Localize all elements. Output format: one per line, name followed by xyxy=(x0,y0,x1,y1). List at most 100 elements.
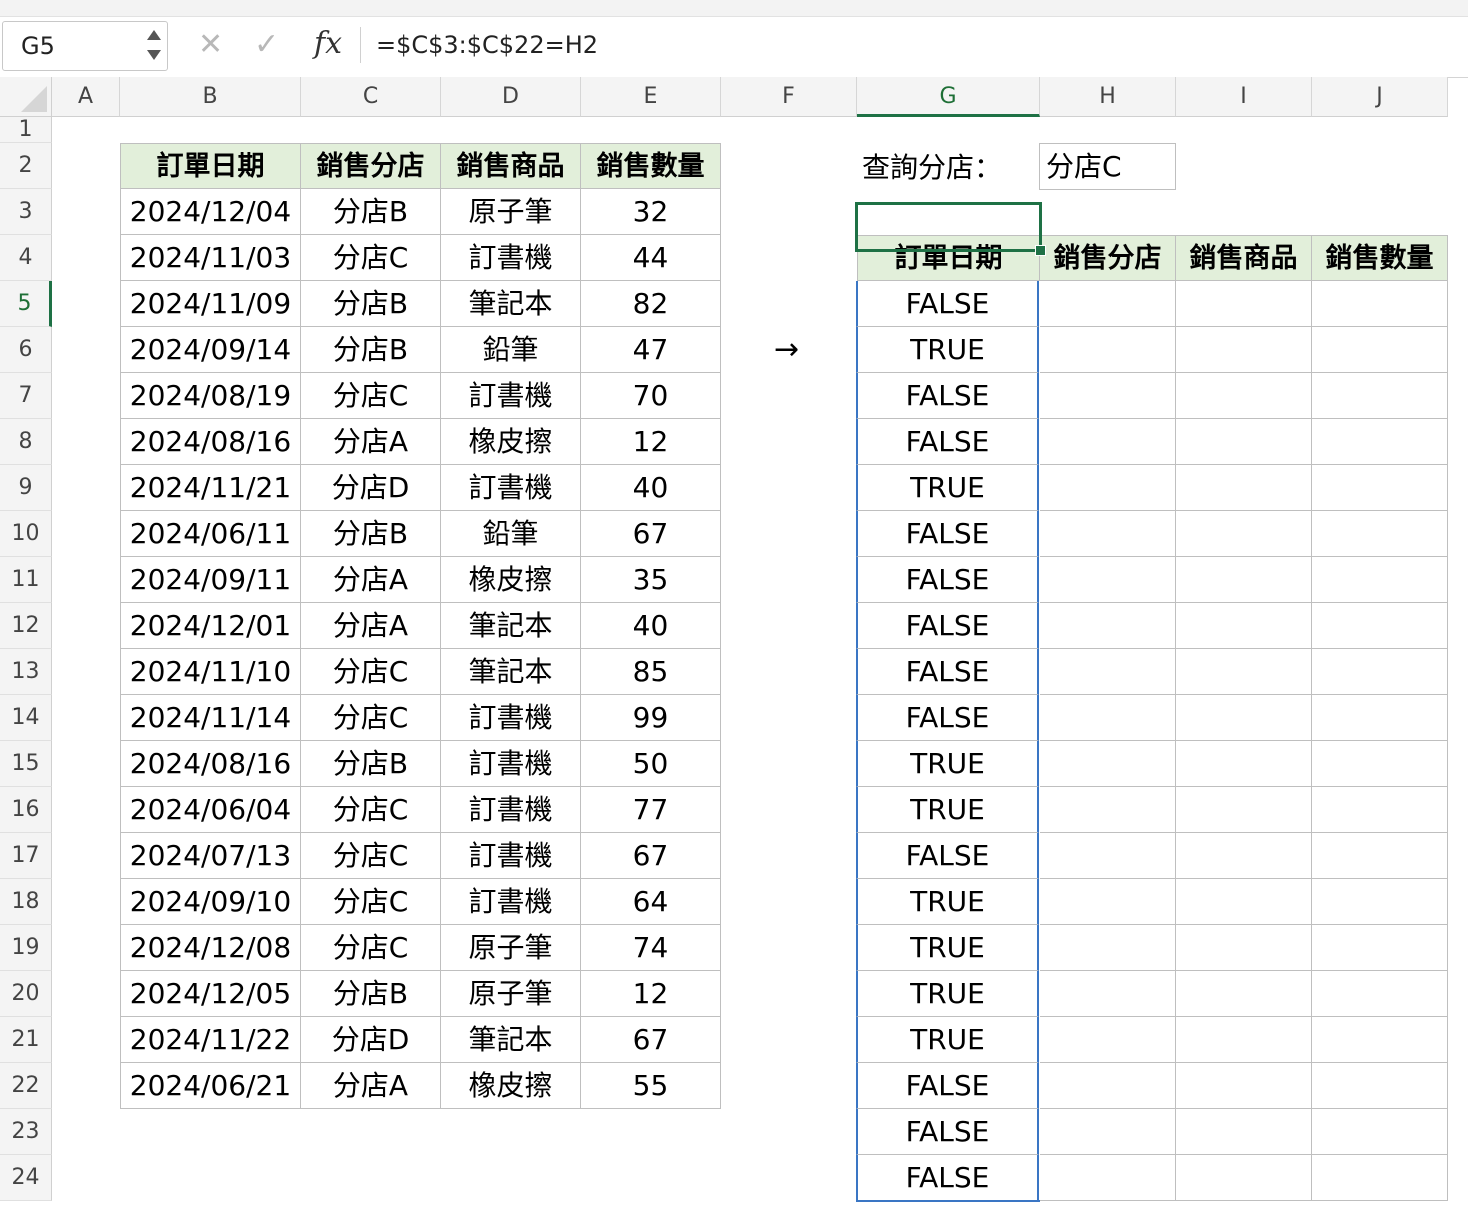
empty-cell[interactable] xyxy=(1312,695,1448,741)
empty-cell[interactable] xyxy=(1176,1109,1312,1155)
table-cell[interactable]: 2024/12/05 xyxy=(120,971,301,1017)
table-cell[interactable]: 分店C xyxy=(301,879,441,925)
table-cell[interactable]: 2024/11/14 xyxy=(120,695,301,741)
table-cell[interactable]: 2024/06/21 xyxy=(120,1063,301,1109)
empty-cell[interactable] xyxy=(1176,603,1312,649)
empty-cell[interactable] xyxy=(1312,649,1448,695)
source-header-cell[interactable]: 銷售數量 xyxy=(581,143,721,189)
table-cell[interactable]: 47 xyxy=(581,327,721,373)
empty-cell[interactable] xyxy=(1040,603,1176,649)
spill-cell[interactable]: TRUE xyxy=(856,971,1039,1017)
spill-cell[interactable]: FALSE xyxy=(856,833,1039,879)
table-cell[interactable]: 分店B xyxy=(301,189,441,235)
table-cell[interactable]: 訂書機 xyxy=(441,879,581,925)
table-cell[interactable]: 40 xyxy=(581,465,721,511)
row-header-19[interactable]: 19 xyxy=(0,925,52,971)
result-header-cell[interactable]: 銷售商品 xyxy=(1176,235,1312,281)
spill-cell[interactable]: TRUE xyxy=(856,879,1039,925)
result-header-cell[interactable]: 銷售分店 xyxy=(1040,235,1176,281)
table-cell[interactable]: 70 xyxy=(581,373,721,419)
empty-cell[interactable] xyxy=(1040,925,1176,971)
result-header-cell[interactable]: 銷售數量 xyxy=(1312,235,1448,281)
empty-cell[interactable] xyxy=(1040,373,1176,419)
table-cell[interactable]: 12 xyxy=(581,971,721,1017)
table-cell[interactable]: 訂書機 xyxy=(441,741,581,787)
table-cell[interactable]: 12 xyxy=(581,419,721,465)
empty-cell[interactable] xyxy=(1176,925,1312,971)
row-header-7[interactable]: 7 xyxy=(0,373,52,419)
empty-cell[interactable] xyxy=(1176,879,1312,925)
table-cell[interactable]: 分店B xyxy=(301,741,441,787)
empty-cell[interactable] xyxy=(1312,879,1448,925)
table-cell[interactable]: 訂書機 xyxy=(441,833,581,879)
column-header-j[interactable]: J xyxy=(1312,77,1448,117)
result-header-cell[interactable]: 訂單日期 xyxy=(857,235,1040,281)
table-cell[interactable]: 橡皮擦 xyxy=(441,557,581,603)
row-header-6[interactable]: 6 xyxy=(0,327,52,373)
empty-cell[interactable] xyxy=(1176,373,1312,419)
insert-function-icon[interactable]: fx xyxy=(314,26,342,61)
spill-cell[interactable]: FALSE xyxy=(856,281,1039,327)
source-header-cell[interactable]: 銷售商品 xyxy=(441,143,581,189)
table-cell[interactable]: 67 xyxy=(581,511,721,557)
table-cell[interactable]: 55 xyxy=(581,1063,721,1109)
table-cell[interactable]: 2024/08/16 xyxy=(120,741,301,787)
table-cell[interactable]: 分店B xyxy=(301,327,441,373)
spill-cell[interactable]: FALSE xyxy=(856,511,1039,557)
table-cell[interactable]: 分店B xyxy=(301,511,441,557)
column-header-b[interactable]: B xyxy=(120,77,301,117)
table-cell[interactable]: 2024/12/01 xyxy=(120,603,301,649)
row-header-17[interactable]: 17 xyxy=(0,833,52,879)
empty-cell[interactable] xyxy=(1312,1109,1448,1155)
table-cell[interactable]: 訂書機 xyxy=(441,373,581,419)
empty-cell[interactable] xyxy=(1040,465,1176,511)
empty-cell[interactable] xyxy=(1176,465,1312,511)
row-header-18[interactable]: 18 xyxy=(0,879,52,925)
empty-cell[interactable] xyxy=(1040,557,1176,603)
empty-cell[interactable] xyxy=(1176,281,1312,327)
empty-cell[interactable] xyxy=(1040,281,1176,327)
spill-cell[interactable]: FALSE xyxy=(856,1109,1039,1155)
empty-cell[interactable] xyxy=(1312,557,1448,603)
table-cell[interactable]: 2024/09/14 xyxy=(120,327,301,373)
empty-cell[interactable] xyxy=(1312,419,1448,465)
empty-cell[interactable] xyxy=(1040,879,1176,925)
formula-input[interactable]: =$C$3:$C$22=H2 xyxy=(376,31,598,59)
spill-cell[interactable]: TRUE xyxy=(856,465,1039,511)
table-cell[interactable]: 筆記本 xyxy=(441,1017,581,1063)
table-cell[interactable]: 2024/08/16 xyxy=(120,419,301,465)
fill-handle[interactable] xyxy=(1035,245,1046,256)
row-header-5[interactable]: 5 xyxy=(0,281,52,327)
table-cell[interactable]: 2024/11/03 xyxy=(120,235,301,281)
empty-cell[interactable] xyxy=(1040,1017,1176,1063)
table-cell[interactable]: 2024/06/11 xyxy=(120,511,301,557)
table-cell[interactable]: 32 xyxy=(581,189,721,235)
table-cell[interactable]: 2024/07/13 xyxy=(120,833,301,879)
table-cell[interactable]: 82 xyxy=(581,281,721,327)
table-cell[interactable]: 2024/06/04 xyxy=(120,787,301,833)
empty-cell[interactable] xyxy=(1312,787,1448,833)
empty-cell[interactable] xyxy=(1312,925,1448,971)
table-cell[interactable]: 2024/08/19 xyxy=(120,373,301,419)
table-cell[interactable]: 67 xyxy=(581,1017,721,1063)
table-cell[interactable]: 2024/09/11 xyxy=(120,557,301,603)
table-cell[interactable]: 64 xyxy=(581,879,721,925)
empty-cell[interactable] xyxy=(1312,1155,1448,1201)
table-cell[interactable]: 77 xyxy=(581,787,721,833)
table-cell[interactable]: 分店C xyxy=(301,373,441,419)
row-header-20[interactable]: 20 xyxy=(0,971,52,1017)
spill-cell[interactable]: FALSE xyxy=(856,1063,1039,1109)
lookup-value-cell[interactable]: 分店C xyxy=(1039,143,1176,190)
row-header-14[interactable]: 14 xyxy=(0,695,52,741)
table-cell[interactable]: 67 xyxy=(581,833,721,879)
column-header-g[interactable]: G xyxy=(857,77,1040,117)
spill-cell[interactable]: FALSE xyxy=(856,419,1039,465)
table-cell[interactable]: 2024/09/10 xyxy=(120,879,301,925)
column-header-a[interactable]: A xyxy=(52,77,120,117)
table-cell[interactable]: 鉛筆 xyxy=(441,511,581,557)
empty-cell[interactable] xyxy=(1040,741,1176,787)
row-header-10[interactable]: 10 xyxy=(0,511,52,557)
table-cell[interactable]: 訂書機 xyxy=(441,695,581,741)
table-cell[interactable]: 分店A xyxy=(301,557,441,603)
row-header-2[interactable]: 2 xyxy=(0,143,52,189)
